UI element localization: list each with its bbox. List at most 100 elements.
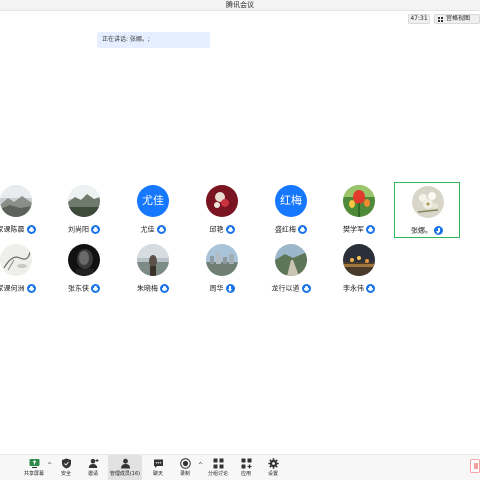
participant-name-row: 邱艳: [189, 219, 255, 234]
record-icon: [179, 458, 191, 469]
participant-name-row: 盛红梅: [258, 219, 324, 234]
avatar: [137, 244, 169, 276]
share-screen-label: 共享屏幕: [23, 471, 44, 477]
meeting-toolbar: 共享屏幕 ^ 安全 邀请 管理成员(16) 聊天 录制 ^ 分组讨论 应用 设置: [0, 454, 480, 480]
view-mode-label: 宫格视图: [446, 15, 471, 22]
participant-name: 家课何洲: [0, 284, 25, 293]
participant-name-row: 李永伟: [326, 278, 392, 293]
avatar: [275, 244, 307, 276]
participant-tile[interactable]: 李永伟: [326, 241, 392, 297]
participant-name: 李永伟: [343, 284, 364, 293]
participant-tile[interactable]: 家课陈晨: [0, 182, 49, 238]
participant-tile[interactable]: 周华: [189, 241, 255, 297]
participant-name-row: 龙行以道: [258, 278, 324, 293]
participant-name-row: 张东侠: [51, 278, 117, 293]
avatar: 尤佳: [137, 185, 169, 217]
participant-name: 刘尚阳: [68, 225, 89, 234]
participant-name-row: 家课陈晨: [0, 219, 49, 234]
grid-view-icon: [438, 17, 443, 22]
participant-tile[interactable]: 尤佳 尤佳: [120, 182, 186, 238]
avatar: [412, 186, 444, 218]
record-button[interactable]: 录制: [175, 455, 195, 480]
security-label: 安全: [60, 471, 71, 477]
invite-button[interactable]: 邀请: [82, 455, 104, 480]
mic-icon[interactable]: [301, 284, 311, 293]
window-title: 腾讯会议: [226, 1, 254, 9]
participant-tile-active[interactable]: 张娜。: [394, 182, 460, 238]
participant-tile[interactable]: 朱晓梅: [120, 241, 186, 297]
avatar: [68, 185, 100, 217]
security-button[interactable]: 安全: [56, 455, 76, 480]
mic-icon[interactable]: [156, 225, 166, 234]
gear-icon: [267, 458, 279, 469]
chat-label: 聊天: [152, 471, 163, 477]
mic-icon[interactable]: [298, 225, 307, 234]
participant-tile[interactable]: 红梅 盛红梅: [258, 182, 324, 238]
breakout-rooms-button[interactable]: 分组讨论: [206, 455, 230, 480]
participant-name: 邱艳: [209, 225, 224, 234]
share-screen-button[interactable]: 共享屏幕: [22, 455, 46, 480]
participant-name-row: 刘尚阳: [51, 219, 117, 234]
participant-tile[interactable]: 邱艳: [189, 182, 255, 238]
avatar: [206, 244, 238, 276]
top-bar: 47:31 宫格视图: [0, 11, 480, 26]
download-icon[interactable]: [225, 284, 235, 293]
mic-icon[interactable]: [366, 284, 375, 293]
participant-tile[interactable]: 张东侠: [51, 241, 117, 297]
mic-icon[interactable]: [26, 225, 36, 234]
end-meeting-button[interactable]: [470, 459, 480, 473]
manage-members-button[interactable]: 管理成员(16): [108, 455, 142, 480]
record-label: 录制: [179, 471, 190, 477]
invite-label: 邀请: [87, 471, 98, 477]
mic-icon[interactable]: [366, 225, 375, 234]
participant-name: 尤佳: [140, 225, 155, 234]
apps-icon: [241, 458, 251, 469]
participant-name-row: 张娜。: [395, 220, 459, 235]
apps-label: 应用: [240, 471, 251, 477]
members-icon: [120, 458, 130, 469]
participant-name: 朱晓梅: [137, 284, 158, 293]
participant-name-row: 家课何洲: [0, 278, 49, 293]
invite-icon: [88, 458, 98, 468]
breakout-icon: [213, 458, 223, 469]
participant-name: 周华: [209, 284, 224, 293]
participant-name: 樊学军: [343, 225, 364, 234]
participant-name-row: 周华: [189, 278, 255, 293]
participant-name: 盛红梅: [275, 225, 296, 234]
mic-icon[interactable]: [91, 284, 100, 293]
mic-icon[interactable]: [91, 225, 100, 234]
mic-icon[interactable]: [26, 284, 36, 293]
participant-tile[interactable]: 家课何洲: [0, 241, 49, 297]
share-options-caret[interactable]: ^: [47, 463, 52, 469]
avatar: [343, 244, 375, 276]
participant-tile[interactable]: 龙行以道: [258, 241, 324, 297]
chat-button[interactable]: 聊天: [148, 455, 168, 480]
avatar: [206, 185, 238, 217]
participant-name-row: 樊学军: [326, 219, 392, 234]
participant-name: 龙行以道: [271, 284, 300, 293]
chat-icon: [153, 459, 163, 468]
view-mode-button[interactable]: 宫格视图: [434, 14, 480, 24]
manage-members-label: 管理成员(16): [109, 471, 141, 477]
participant-tile[interactable]: 刘尚阳: [51, 182, 117, 238]
record-options-caret[interactable]: ^: [198, 463, 203, 469]
participant-name-row: 朱晓梅: [120, 278, 186, 293]
settings-button[interactable]: 设置: [262, 455, 284, 480]
title-bar: 腾讯会议: [0, 0, 480, 11]
participant-name: 张东侠: [68, 284, 89, 293]
speaking-indicator: 正在讲话: 张娜。;: [97, 32, 210, 48]
participant-name: 家课陈晨: [0, 225, 25, 234]
mic-icon[interactable]: [160, 284, 169, 293]
settings-label: 设置: [267, 471, 278, 477]
download-icon[interactable]: [434, 226, 443, 235]
apps-button[interactable]: 应用: [236, 455, 256, 480]
meeting-timer: 47:31: [408, 14, 430, 24]
participant-tile[interactable]: 樊学军: [326, 182, 392, 238]
breakout-rooms-label: 分组讨论: [207, 471, 228, 477]
avatar: [0, 185, 32, 217]
avatar: [0, 244, 32, 276]
share-screen-icon: [29, 459, 39, 468]
meeting-window: 腾讯会议 47:31 宫格视图 正在讲话: 张娜。; 家课陈晨 刘尚阳 尤佳 尤…: [0, 0, 480, 480]
mic-icon[interactable]: [225, 225, 235, 234]
participant-name-row: 尤佳: [120, 219, 186, 234]
